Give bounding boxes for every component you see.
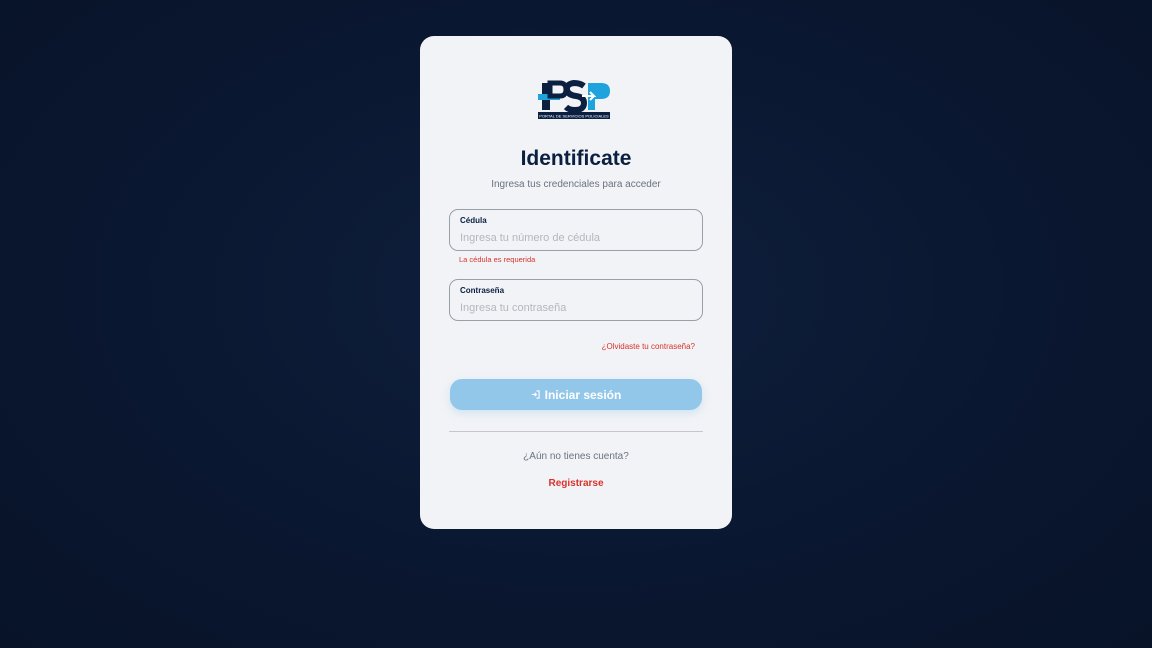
page-subtitle: Ingresa tus credenciales para acceder (491, 179, 661, 190)
divider (449, 431, 703, 432)
cedula-input[interactable] (460, 230, 690, 246)
password-input[interactable] (460, 300, 690, 316)
page-title: Identificate (520, 147, 632, 170)
cedula-field[interactable]: Cédula (449, 209, 703, 251)
password-field[interactable]: Contraseña (449, 279, 703, 321)
cedula-label: Cédula (460, 216, 487, 225)
psp-logo-icon: PORTAL DE SERVICIOS POLICIALES (538, 79, 610, 119)
login-arrow-icon (531, 390, 540, 399)
svg-text:PORTAL DE SERVICIOS POLICIALES: PORTAL DE SERVICIOS POLICIALES (539, 114, 609, 119)
password-label: Contraseña (460, 286, 505, 295)
login-button[interactable]: Iniciar sesión (450, 379, 702, 410)
forgot-password-link[interactable]: ¿Olvidaste tu contraseña? (602, 342, 695, 351)
login-button-label: Iniciar sesión (544, 387, 622, 402)
psp-logo: PORTAL DE SERVICIOS POLICIALES (538, 79, 614, 122)
login-card: PORTAL DE SERVICIOS POLICIALES Identific… (420, 36, 732, 529)
no-account-text: ¿Aún no tienes cuenta? (523, 451, 629, 462)
register-link[interactable]: Registrarse (420, 478, 732, 489)
cedula-error-message: La cédula es requerida (459, 255, 536, 264)
